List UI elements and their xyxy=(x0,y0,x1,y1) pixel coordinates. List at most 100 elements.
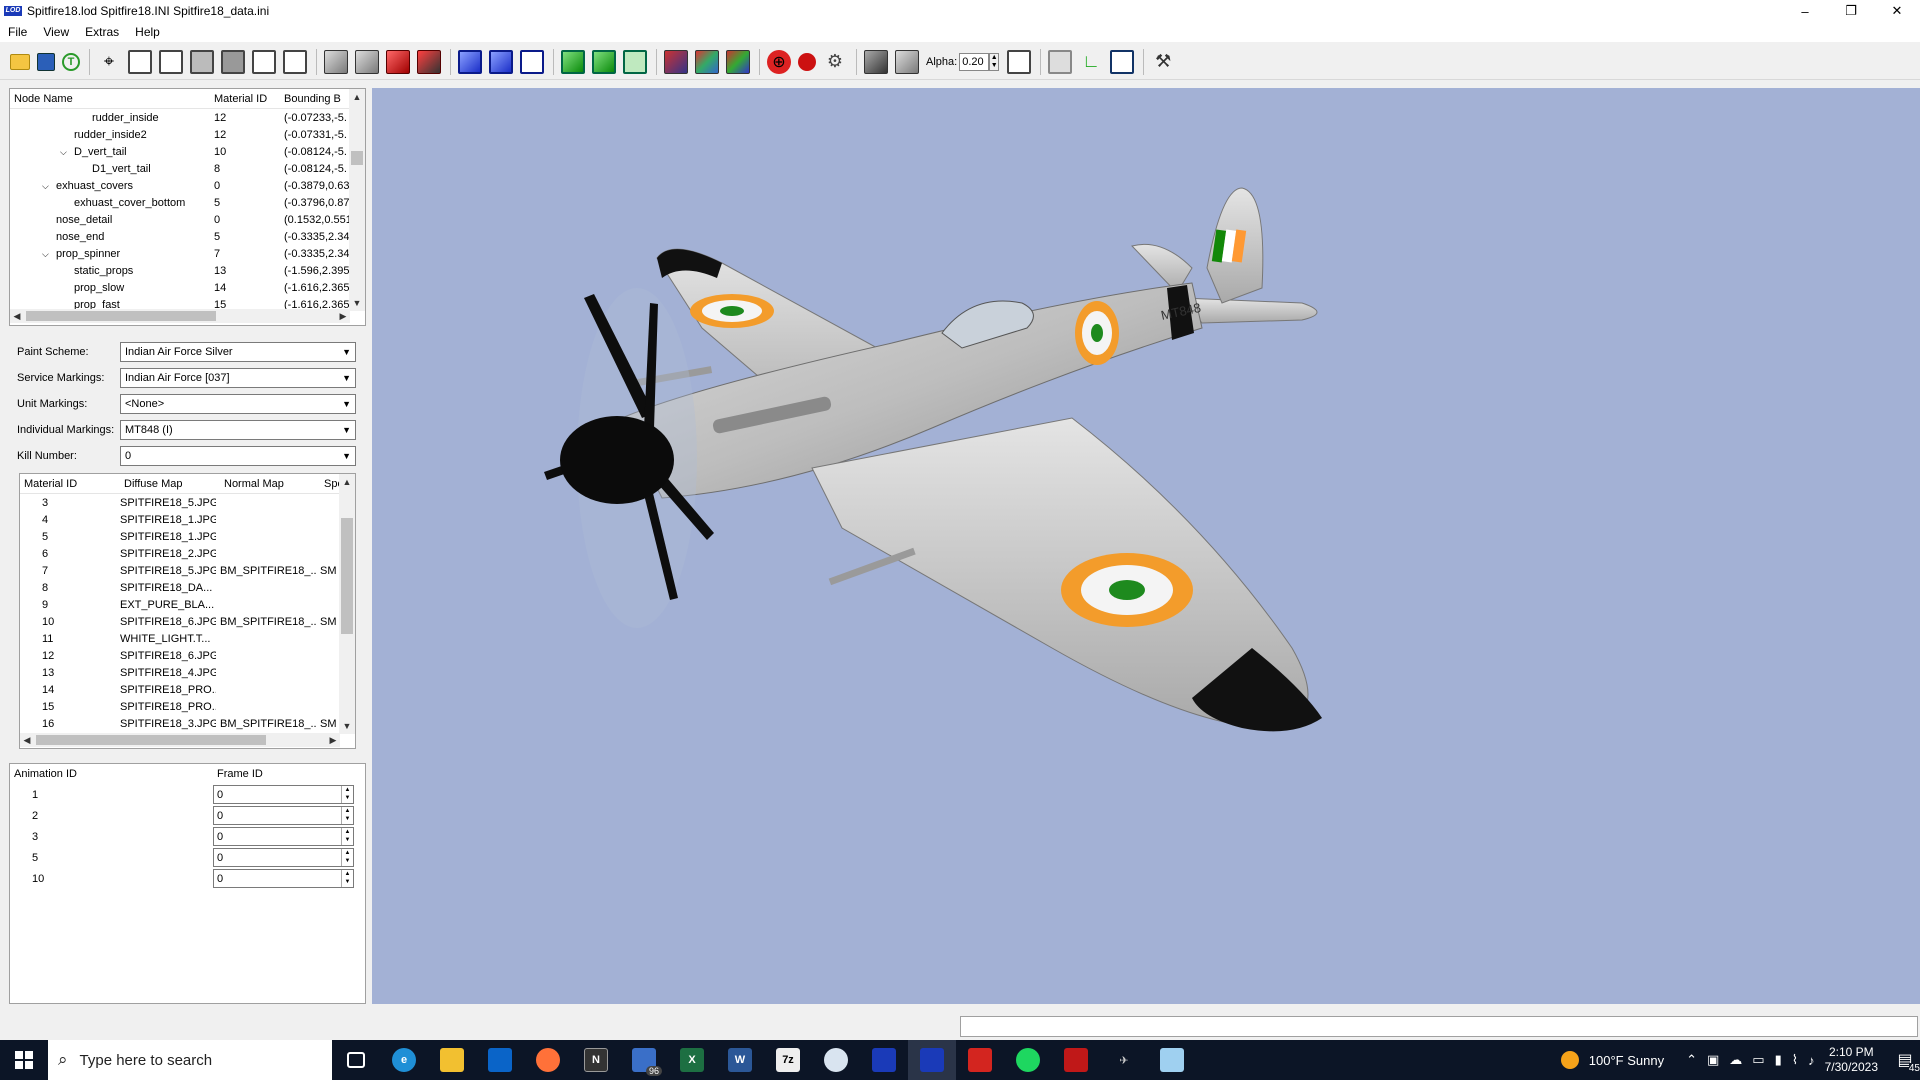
mail-icon[interactable]: 96 xyxy=(620,1040,668,1080)
windows-start-icon[interactable] xyxy=(0,1040,48,1080)
view-right-icon[interactable] xyxy=(221,49,245,74)
texture-mixed-icon[interactable] xyxy=(695,49,719,74)
onedrive-icon[interactable]: ☁ xyxy=(1729,1052,1742,1068)
tree-node[interactable]: ⌵ exhuast_covers 0 (-0.3879,0.63 xyxy=(10,177,365,194)
frame-id-input[interactable]: 0 ▲ ▼ xyxy=(213,869,354,888)
mcafee-icon[interactable] xyxy=(1052,1040,1100,1080)
target-icon[interactable]: ⊕ xyxy=(767,49,791,74)
tree-node[interactable]: nose_end 5 (-0.3335,2.34 xyxy=(10,228,365,245)
material-row[interactable]: 15 SPITFIRE18_PRO... xyxy=(20,698,355,715)
paint-icon[interactable] xyxy=(812,1040,860,1080)
lod-viewer-active-icon[interactable] xyxy=(908,1040,956,1080)
alpha-spinner[interactable]: ▲ ▼ xyxy=(989,52,1000,71)
bounding-box-icon[interactable] xyxy=(1048,49,1073,74)
view-back-icon[interactable] xyxy=(159,49,183,74)
frame-spinner[interactable]: ▲ ▼ xyxy=(341,786,353,803)
material-row[interactable]: 7 SPITFIRE18_5.JPG BM_SPITFIRE18_... SM xyxy=(20,562,355,579)
axes-icon[interactable]: ∟ xyxy=(1079,50,1103,74)
material-row[interactable]: 6 SPITFIRE18_2.JPG xyxy=(20,545,355,562)
unit-markings-select[interactable]: <None> ▼ xyxy=(120,394,356,414)
frame-id-input[interactable]: 0 ▲ ▼ xyxy=(213,785,354,804)
material-row[interactable]: 8 SPITFIRE18_DA... xyxy=(20,579,355,596)
blue-cube-icon[interactable] xyxy=(520,49,544,74)
tree-node[interactable]: rudder_inside 12 (-0.07233,-5. xyxy=(10,109,365,126)
material-row[interactable]: 14 SPITFIRE18_PRO... xyxy=(20,681,355,698)
frame-spinner[interactable]: ▲ ▼ xyxy=(341,807,353,824)
paint-scheme-select[interactable]: Indian Air Force Silver ▼ xyxy=(120,342,356,362)
minimize-button[interactable]: – xyxy=(1782,0,1828,22)
expand-chevron-icon[interactable]: ⌵ xyxy=(42,249,56,260)
spotify-icon[interactable] xyxy=(1004,1040,1052,1080)
tree-node[interactable]: static_props 13 (-1.596,2.395 xyxy=(10,262,365,279)
7zip-icon[interactable]: 7z xyxy=(764,1040,812,1080)
shaded-cube-icon[interactable] xyxy=(324,49,348,74)
service-markings-select[interactable]: Indian Air Force [037] ▼ xyxy=(120,368,356,388)
alpha-cube-icon[interactable] xyxy=(1007,49,1032,74)
save-icon[interactable] xyxy=(37,52,55,71)
frame-spinner[interactable]: ▲ ▼ xyxy=(341,849,353,866)
reload-icon[interactable]: T xyxy=(62,52,80,71)
gear-icon[interactable]: ⚙ xyxy=(823,50,847,74)
restore-button[interactable]: ❐ xyxy=(1828,0,1874,22)
box-outline-icon[interactable] xyxy=(1110,49,1135,74)
frame-spinner[interactable]: ▲ ▼ xyxy=(341,828,353,845)
tray-chevron-icon[interactable]: ⌃ xyxy=(1686,1052,1697,1068)
green-solid-cube-icon[interactable] xyxy=(592,49,616,74)
tree-node[interactable]: rudder_inside2 12 (-0.07331,-5. xyxy=(10,126,365,143)
3d-viewport[interactable]: MT848 xyxy=(372,88,1920,1004)
excel-icon[interactable]: X xyxy=(668,1040,716,1080)
frame-spinner[interactable]: ▲ ▼ xyxy=(341,870,353,887)
word-icon[interactable]: W xyxy=(716,1040,764,1080)
red-box-icon[interactable] xyxy=(417,49,441,74)
node-tree-hscroll[interactable]: ◀ ▶ xyxy=(10,309,350,323)
blue-solid-cube-icon[interactable] xyxy=(489,49,513,74)
tree-node[interactable]: prop_slow 14 (-1.616,2.365 xyxy=(10,279,365,296)
meet-now-icon[interactable]: ▣ xyxy=(1707,1052,1719,1068)
file-explorer-icon[interactable] xyxy=(428,1040,476,1080)
tree-node[interactable]: ⌵ prop_spinner 7 (-0.3335,2.34 xyxy=(10,245,365,262)
view-bottom-icon[interactable] xyxy=(283,49,307,74)
material-row[interactable]: 13 SPITFIRE18_4.JPG xyxy=(20,664,355,681)
tree-node[interactable]: exhuast_cover_bottom 5 (-0.3796,0.87 xyxy=(10,194,365,211)
header-frame-id[interactable]: Frame ID xyxy=(213,768,353,780)
header-specular[interactable]: Spe xyxy=(320,478,340,490)
clock[interactable]: 2:10 PM 7/30/2023 xyxy=(1825,1045,1878,1075)
notification-icon[interactable]: ▤ 45 xyxy=(1890,1040,1920,1080)
firefox-icon[interactable] xyxy=(524,1040,572,1080)
red-cube-icon[interactable] xyxy=(386,49,410,74)
weather-text[interactable]: 100°F Sunny xyxy=(1589,1053,1664,1068)
material-row[interactable]: 9 EXT_PURE_BLA... xyxy=(20,596,355,613)
menu-file[interactable]: File xyxy=(8,25,27,39)
expand-chevron-icon[interactable]: ⌵ xyxy=(42,181,56,192)
task-view-icon[interactable] xyxy=(332,1040,380,1080)
close-button[interactable]: ✕ xyxy=(1874,0,1920,22)
menu-view[interactable]: View xyxy=(43,25,69,39)
aircraft-app-icon[interactable]: ✈ xyxy=(1100,1040,1148,1080)
open-folder-icon[interactable] xyxy=(10,53,30,70)
view-top-icon[interactable] xyxy=(252,49,276,74)
taskbar-search[interactable]: ⌕ Type here to search xyxy=(48,1040,332,1080)
notepad-icon[interactable] xyxy=(1148,1040,1196,1080)
view-front-icon[interactable] xyxy=(128,49,152,74)
display-icon[interactable]: ▭ xyxy=(1752,1052,1764,1068)
header-node-name[interactable]: Node Name xyxy=(10,93,210,105)
material-row[interactable]: 5 SPITFIRE18_1.JPG xyxy=(20,528,355,545)
bug-icon[interactable] xyxy=(798,52,816,71)
notion-icon[interactable]: N xyxy=(572,1040,620,1080)
material-row[interactable]: 12 SPITFIRE18_6.JPG xyxy=(20,647,355,664)
expand-chevron-icon[interactable]: ⌵ xyxy=(60,147,74,158)
menu-help[interactable]: Help xyxy=(135,25,160,39)
flat-cube-icon[interactable] xyxy=(355,49,379,74)
texture-box-icon[interactable] xyxy=(726,49,750,74)
header-animation-id[interactable]: Animation ID xyxy=(10,768,213,780)
frame-id-input[interactable]: 0 ▲ ▼ xyxy=(213,848,354,867)
acrobat-icon[interactable] xyxy=(956,1040,1004,1080)
grey-box-icon[interactable] xyxy=(895,49,919,74)
individual-markings-select[interactable]: MT848 (I) ▼ xyxy=(120,420,356,440)
texture-red-icon[interactable] xyxy=(664,49,688,74)
green-wire-cube-icon[interactable] xyxy=(561,49,585,74)
node-tree-vscroll[interactable]: ▲ ▼ xyxy=(349,89,365,311)
header-material-id[interactable]: Material ID xyxy=(20,478,120,490)
frame-id-input[interactable]: 0 ▲ ▼ xyxy=(213,827,354,846)
view-left-icon[interactable] xyxy=(190,49,214,74)
